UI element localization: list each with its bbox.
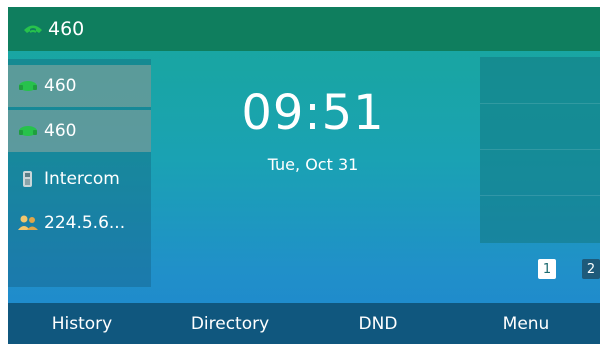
line-key-2[interactable]: 460 xyxy=(8,110,151,152)
line-key-label: 460 xyxy=(44,76,77,96)
line-registered-icon xyxy=(16,77,40,95)
softkey-dnd[interactable]: DND xyxy=(304,314,452,334)
multicast-group-icon xyxy=(16,214,40,232)
softkey-directory[interactable]: Directory xyxy=(156,314,304,334)
page-indicator-1[interactable]: 1 xyxy=(538,259,556,279)
line-keys-panel: 460 460 Intercom 224.5.6... xyxy=(8,59,151,287)
intercom-icon xyxy=(16,170,40,188)
line-key-label: 224.5.6... xyxy=(44,213,126,233)
right-line-panel xyxy=(480,57,600,243)
line-key-intercom[interactable]: Intercom xyxy=(8,158,151,200)
phone-registered-icon xyxy=(22,21,44,37)
line-registered-icon xyxy=(16,122,40,140)
phone-screen: 460 460 460 Intercom 224.5.6... 09:51 Tu… xyxy=(8,7,600,344)
line-key-1[interactable]: 460 xyxy=(8,65,151,107)
status-account-label: 460 xyxy=(48,18,85,40)
softkey-menu[interactable]: Menu xyxy=(452,314,600,334)
line-key-label: 460 xyxy=(44,121,77,141)
softkey-bar: History Directory DND Menu xyxy=(8,303,600,344)
line-key-label: Intercom xyxy=(44,169,120,189)
softkey-history[interactable]: History xyxy=(8,314,156,334)
clock-date: Tue, Oct 31 xyxy=(267,155,359,174)
clock-time: 09:51 xyxy=(241,85,385,141)
line-key-multicast[interactable]: 224.5.6... xyxy=(8,202,151,244)
status-bar: 460 xyxy=(8,7,600,51)
page-indicator-2[interactable]: 2 xyxy=(582,259,600,279)
